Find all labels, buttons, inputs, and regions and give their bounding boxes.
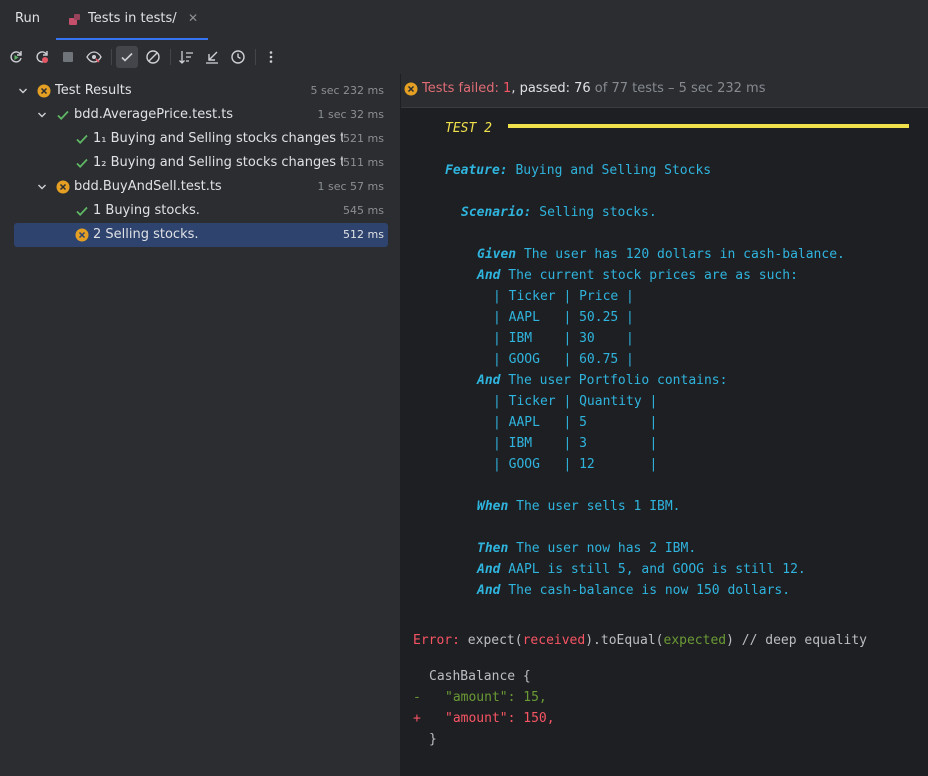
table-row: | IBM | 3 | [493,436,658,451]
chevron-down-icon[interactable] [36,181,48,193]
jest-icon [69,14,80,25]
tree-row-label: 2 Selling stocks. [93,227,199,242]
test-failed-icon [37,84,51,98]
tree-row-duration: 512 ms [340,228,384,241]
diff-object-open: CashBalance { [429,669,531,684]
diff-object-close: } [429,732,437,747]
and-line: And The current stock prices are as such… [477,268,798,283]
sort-button[interactable] [175,46,197,68]
tree-row-label: Test Results [55,83,132,98]
then-line: Then The user now has 2 IBM. [477,541,697,556]
clock-icon [231,50,245,64]
diff-plus-line: "amount": 150, [445,711,555,726]
header-underline [508,124,909,128]
more-options-button[interactable] [260,46,282,68]
and-line: And The user Portfolio contains: [477,373,728,388]
tab-label: Tests in tests/ [88,11,177,26]
show-passed-button[interactable] [116,46,138,68]
checkmark-icon [121,52,133,62]
toolbar-separator [255,49,256,65]
close-icon[interactable]: ✕ [188,11,198,25]
tree-row-duration: 511 ms [343,156,384,169]
test-failed-icon [56,180,70,194]
import-tests-button[interactable] [201,46,223,68]
table-row: | AAPL | 5 | [493,415,658,430]
toolbar-separator [111,49,112,65]
tree-row-duration: 521 ms [343,132,384,145]
test-summary: Tests failed: 1, passed: 76 of 77 tests … [422,81,766,96]
test-status-bar: Tests failed: 1, passed: 76 of 77 tests … [401,74,928,108]
test-passed-icon [76,158,88,168]
more-vertical-icon [269,51,273,63]
given-line: Given The user has 120 dollars in cash-b… [477,247,845,262]
ignored-icon [146,50,160,64]
rerun-failed-icon [36,51,48,63]
tree-row-label: 1₁ Buying and Selling stocks changes the [93,131,343,146]
test-output-panel: Tests failed: 1, passed: 76 of 77 tests … [401,74,928,776]
chevron-down-icon[interactable] [36,109,48,121]
tree-row-buy-and-sell-suite[interactable]: bdd.BuyAndSell.test.ts 1 sec 57 ms [14,175,388,199]
toggle-auto-test-button[interactable] [83,46,105,68]
eye-icon [86,51,102,63]
chevron-down-icon[interactable] [17,85,29,97]
test-tree-panel: Test Results 5 sec 232 ms bdd.AveragePri… [0,74,401,776]
tree-row-test-1-2[interactable]: 1₂ Buying and Selling stocks changes the… [14,151,388,175]
show-ignored-button[interactable] [142,46,164,68]
table-row: | GOOG | 60.75 | [493,352,634,367]
tab-bar: Run Tests in tests/ ✕ [0,0,928,41]
diff-minus-sign: - [413,690,421,705]
table-row: | GOOG | 12 | [493,457,658,472]
tree-row-test-1-1[interactable]: 1₁ Buying and Selling stocks changes the… [14,127,388,151]
table-row: | AAPL | 50.25 | [493,310,634,325]
stop-icon [63,52,73,62]
test-failed-icon [75,228,89,242]
test-history-button[interactable] [227,46,249,68]
toolbar-separator [170,49,171,65]
tree-row-selling-stocks[interactable]: 2 Selling stocks. 512 ms [14,223,388,247]
stop-button[interactable] [57,46,79,68]
tree-row-label: 1₂ Buying and Selling stocks changes the [93,155,343,170]
rerun-icon [10,51,22,63]
test-passed-icon [57,110,69,120]
feature-line: Feature: Buying and Selling Stocks [445,163,712,178]
tree-row-label: bdd.BuyAndSell.test.ts [74,179,222,194]
table-row: | IBM | 30 | [493,331,634,346]
console-output[interactable]: TEST 2 Feature: Buying and Selling Stock… [401,108,928,776]
sort-icon [179,51,193,64]
tree-row-buying-stocks[interactable]: 1 Buying stocks. 545 ms [14,199,388,223]
test-passed-icon [76,134,88,144]
test-passed-icon [76,206,88,216]
tree-row-label: bdd.AveragePrice.test.ts [74,107,234,122]
tree-row-test-results[interactable]: Test Results 5 sec 232 ms [14,79,388,103]
import-icon [206,51,218,64]
table-row: | Ticker | Price | [493,289,634,304]
tree-row-duration: 1 sec 57 ms [317,180,384,193]
tree-row-average-price-suite[interactable]: bdd.AveragePrice.test.ts 1 sec 32 ms [14,103,388,127]
tab-tests-in-tests[interactable]: Tests in tests/ ✕ [56,0,208,40]
tab-run[interactable]: Run [15,11,40,26]
scenario-line: Scenario: Selling stocks. [461,205,657,220]
diff-plus-sign: + [413,711,421,726]
tree-row-label: 1 Buying stocks. [93,203,200,218]
rerun-failed-button[interactable] [31,46,53,68]
test-header: TEST 2 [445,121,492,136]
test-failed-icon [404,82,418,96]
tree-row-duration: 1 sec 32 ms [317,108,384,121]
and-line: And The cash-balance is now 150 dollars. [477,583,791,598]
diff-minus-line: "amount": 15, [445,690,547,705]
table-row: | Ticker | Quantity | [493,394,658,409]
and-line: And AAPL is still 5, and GOOG is still 1… [477,562,806,577]
rerun-button[interactable] [5,46,27,68]
when-line: When The user sells 1 IBM. [477,499,681,514]
tree-row-duration: 545 ms [343,204,384,217]
tree-row-duration: 5 sec 232 ms [310,84,384,97]
error-line: Error: expect(received).toEqual(expected… [413,633,868,648]
test-toolbar [0,40,928,74]
